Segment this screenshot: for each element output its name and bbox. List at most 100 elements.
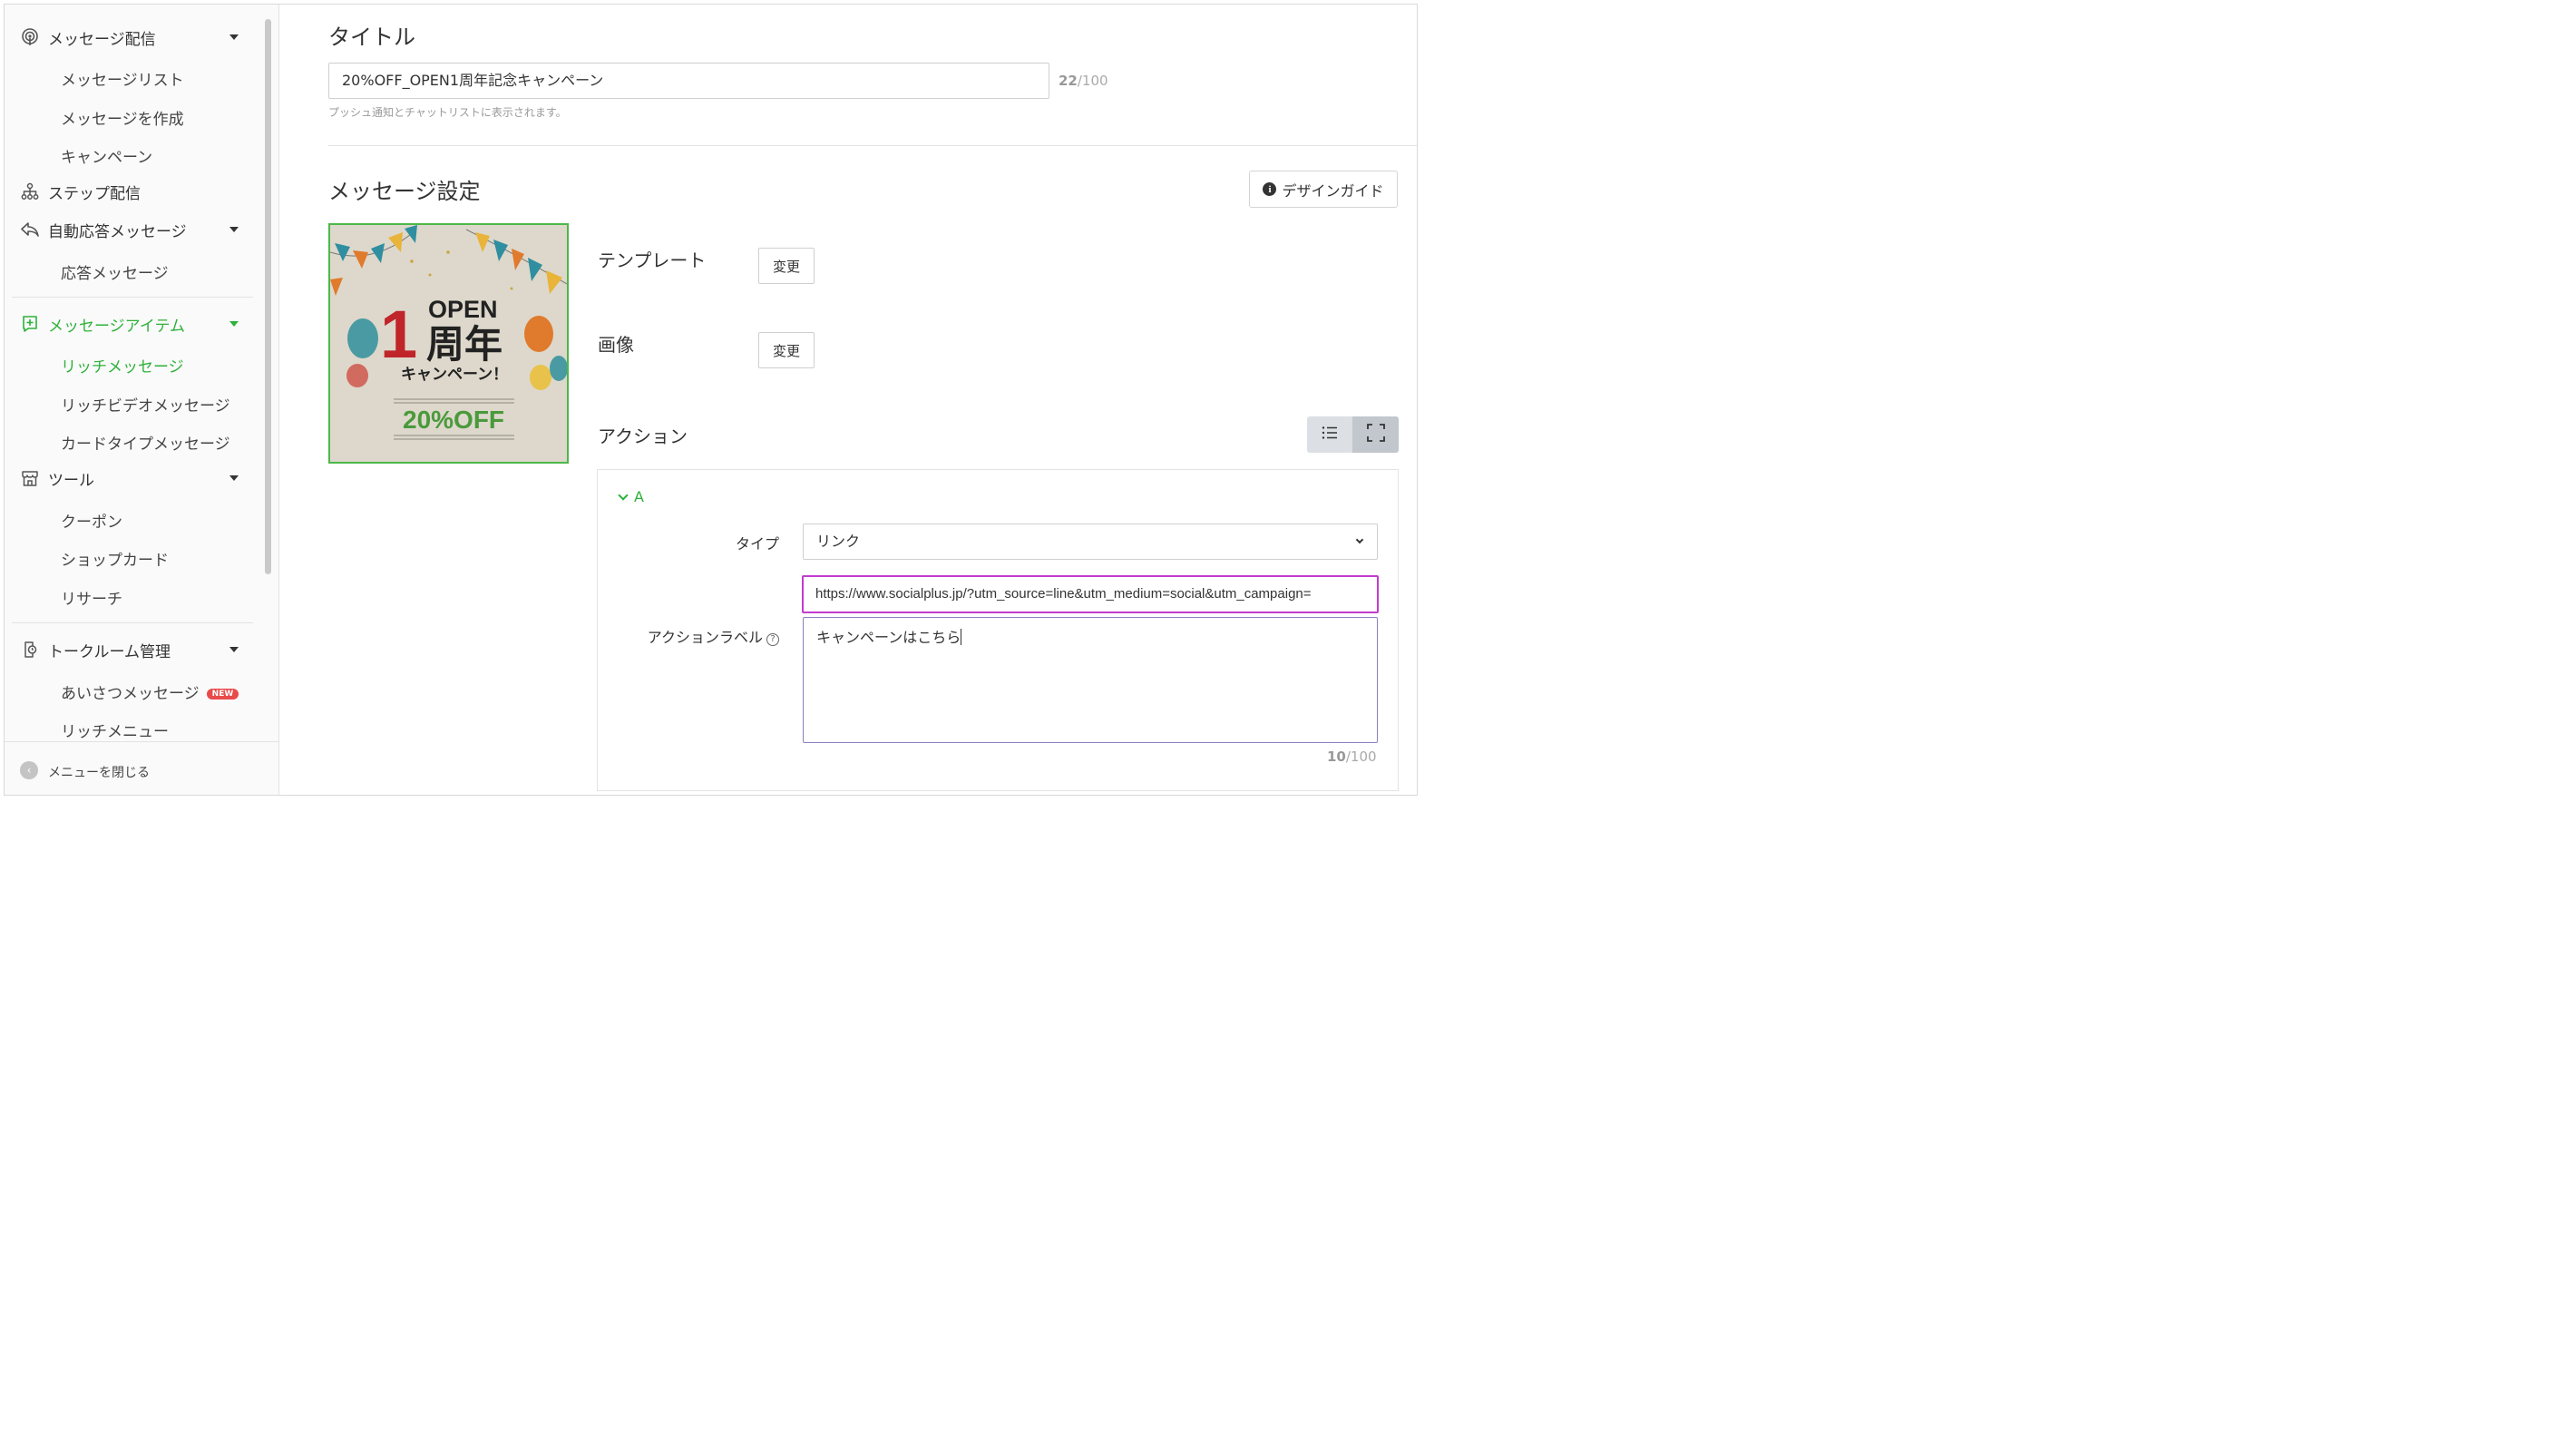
sidebar-item-message-items[interactable]: メッセージアイテム xyxy=(5,308,261,340)
sidebar-item-card-type-message[interactable]: カードタイプメッセージ xyxy=(5,424,261,456)
design-guide-label: デザインガイド xyxy=(1282,181,1384,200)
campaign-image-graphic: OPEN 1 周年 キャンペーン！ 20%OFF xyxy=(330,225,567,462)
sidebar-item-label: トークルーム管理 xyxy=(48,642,171,661)
sidebar-item-label: リッチメニュー xyxy=(61,723,169,741)
sidebar-item-create-message[interactable]: メッセージを作成 xyxy=(5,99,261,132)
step-tree-icon xyxy=(20,181,40,201)
image-label: 画像 xyxy=(598,334,634,356)
sidebar-item-shop-card[interactable]: ショップカード xyxy=(5,540,261,572)
link-url-input[interactable]: https://www.socialplus.jp/?utm_source=li… xyxy=(802,575,1379,613)
sidebar-item-label-wrap: あいさつメッセージ NEW xyxy=(61,680,239,703)
thumb-discount-text: 20%OFF xyxy=(403,406,504,434)
sidebar-item-rich-message[interactable]: リッチメッセージ xyxy=(5,347,261,379)
sidebar-item-label: ツール xyxy=(48,471,94,490)
sidebar-item-label: リサーチ xyxy=(61,591,122,609)
sidebar-item-label: キャンペーン xyxy=(61,149,153,167)
action-label-char-count: 10 xyxy=(1327,748,1346,765)
action-panel: A タイプ リンク https://www.socialplus.jp/?utm… xyxy=(597,469,1399,791)
chevron-left-icon: ‹ xyxy=(20,761,38,779)
title-hint: プッシュ通知とチャットリストに表示されます。 xyxy=(328,106,567,119)
sidebar-item-research[interactable]: リサーチ xyxy=(5,579,261,611)
rich-message-image-preview[interactable]: OPEN 1 周年 キャンペーン！ 20%OFF xyxy=(328,223,569,464)
sidebar-item-step-delivery[interactable]: ステップ配信 xyxy=(5,175,261,208)
sidebar-item-talk-room[interactable]: トークルーム管理 xyxy=(5,633,261,666)
action-label-textarea[interactable]: キャンペーンはこちら xyxy=(803,617,1378,743)
sidebar-item-message-list[interactable]: メッセージリスト xyxy=(5,60,261,93)
sidebar-item-auto-reply[interactable]: 自動応答メッセージ xyxy=(5,213,261,246)
template-change-button[interactable]: 変更 xyxy=(758,248,815,284)
broadcast-icon xyxy=(20,27,40,47)
action-label-char-max: /100 xyxy=(1345,748,1377,765)
list-icon xyxy=(1322,426,1338,444)
action-a-toggle[interactable]: A xyxy=(618,488,644,505)
image-change-button[interactable]: 変更 xyxy=(758,332,815,368)
close-menu-label: メニューを閉じる xyxy=(48,766,150,780)
sidebar: メッセージ配信 メッセージリスト メッセージを作成 キャンペーン ステップ配信 xyxy=(5,5,279,795)
chevron-down-icon xyxy=(618,489,629,501)
action-type-value: リンク xyxy=(816,533,861,550)
caret-down-icon xyxy=(229,475,239,481)
chat-room-icon xyxy=(20,640,40,660)
sidebar-item-label: 自動応答メッセージ xyxy=(48,222,187,241)
message-settings-heading: メッセージ設定 xyxy=(328,179,481,204)
app-window: メッセージ配信 メッセージリスト メッセージを作成 キャンペーン ステップ配信 xyxy=(4,4,1418,796)
close-menu-button[interactable]: ‹ メニューを閉じる xyxy=(5,741,279,795)
info-icon: i xyxy=(1263,182,1277,196)
title-char-count: 22 xyxy=(1059,73,1078,89)
sidebar-item-label: あいさつメッセージ xyxy=(61,685,200,703)
caret-down-icon xyxy=(229,321,239,327)
action-label-field-label: アクションラベル? xyxy=(634,625,779,647)
action-type-select[interactable]: リンク xyxy=(803,523,1378,560)
title-input[interactable]: 20%OFF_OPEN1周年記念キャンペーン xyxy=(328,63,1049,99)
thumb-anniversary-text: 周年 xyxy=(426,322,503,367)
section-divider xyxy=(328,145,1417,146)
expand-icon xyxy=(1366,424,1385,445)
sidebar-item-label: メッセージリスト xyxy=(61,72,184,90)
sidebar-item-tools[interactable]: ツール xyxy=(5,462,261,494)
type-label: タイプ xyxy=(735,535,779,553)
sidebar-item-label: メッセージアイテム xyxy=(48,317,185,336)
thumb-one-text: 1 xyxy=(380,297,417,372)
sidebar-item-message-delivery[interactable]: メッセージ配信 xyxy=(5,21,261,54)
new-badge: NEW xyxy=(206,689,239,700)
title-char-max: /100 xyxy=(1077,73,1108,89)
sidebar-divider xyxy=(12,622,253,623)
help-icon[interactable]: ? xyxy=(766,632,779,646)
sidebar-item-label: ステップ配信 xyxy=(48,184,141,203)
sidebar-item-coupon[interactable]: クーポン xyxy=(5,502,261,534)
area-view-button[interactable] xyxy=(1352,416,1399,453)
sidebar-item-label: 応答メッセージ xyxy=(61,265,169,283)
action-label-label: アクションラベル xyxy=(647,629,763,646)
action-label-char-counter: 10/100 xyxy=(1327,748,1377,765)
sidebar-item-greeting-message[interactable]: あいさつメッセージ NEW xyxy=(5,673,261,706)
action-heading: アクション xyxy=(598,426,688,447)
sidebar-item-label: リッチビデオメッセージ xyxy=(61,397,230,416)
list-view-button[interactable] xyxy=(1307,416,1352,453)
sidebar-item-campaign[interactable]: キャンペーン xyxy=(5,137,261,170)
thumb-campaign-text: キャンペーン！ xyxy=(401,366,508,384)
action-label-value: キャンペーンはこちら xyxy=(816,629,961,646)
sidebar-item-label: メッセージを作成 xyxy=(61,111,184,129)
template-label: テンプレート xyxy=(598,249,707,271)
sidebar-nav: メッセージ配信 メッセージリスト メッセージを作成 キャンペーン ステップ配信 xyxy=(5,5,261,741)
sidebar-item-label: リッチメッセージ xyxy=(61,358,184,377)
reply-icon xyxy=(20,220,40,240)
sidebar-item-rich-video-message[interactable]: リッチビデオメッセージ xyxy=(5,386,261,418)
sidebar-item-label: メッセージ配信 xyxy=(48,30,156,49)
action-view-toggle xyxy=(1307,416,1399,453)
caret-down-icon xyxy=(229,647,239,652)
thumb-open-text: OPEN xyxy=(428,296,498,323)
sidebar-item-rich-menu[interactable]: リッチメニュー xyxy=(5,711,261,741)
caret-down-icon xyxy=(229,227,239,232)
design-guide-button[interactable]: i デザインガイド xyxy=(1249,171,1398,208)
action-section-label: A xyxy=(634,488,644,505)
sidebar-item-reply-message[interactable]: 応答メッセージ xyxy=(5,253,261,286)
caret-down-icon xyxy=(229,34,239,40)
store-icon xyxy=(20,468,40,488)
sidebar-item-label: クーポン xyxy=(61,514,122,532)
chevron-down-icon xyxy=(1355,535,1364,544)
sidebar-item-label: ショップカード xyxy=(61,552,169,570)
sidebar-scrollbar[interactable] xyxy=(265,19,271,574)
title-char-counter: 22/100 xyxy=(1059,73,1108,89)
title-heading: タイトル xyxy=(328,24,415,50)
